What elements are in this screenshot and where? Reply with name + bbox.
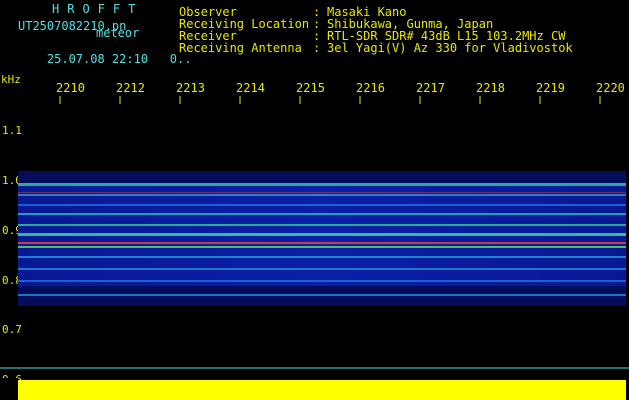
- x-tick-label: 2220: [596, 81, 625, 95]
- meta-separator: :: [313, 41, 321, 55]
- x-tick-marks: [59, 96, 601, 104]
- x-tick-label: 2216: [356, 81, 385, 95]
- header-panel: HROFFT UT2507082210.pn meteor 25.07.08 2…: [0, 0, 629, 66]
- app-title: HROFFT: [52, 2, 144, 16]
- meta-label-antenna: Receiving Antenna: [179, 41, 302, 55]
- x-tick-label: 2212: [116, 81, 145, 95]
- x-tick-label: 2218: [476, 81, 505, 95]
- datetime-value: 25.07.08 22:10: [46, 52, 149, 66]
- spectrogram-canvas: [0, 96, 629, 400]
- x-tick-label: 2210: [56, 81, 85, 95]
- spectrogram: [0, 96, 629, 400]
- level-bar: [0, 367, 629, 400]
- x-tick-label: 2219: [536, 81, 565, 95]
- x-tick-label: 2215: [296, 81, 325, 95]
- filename-suffix: meteor: [96, 26, 140, 40]
- y-axis-unit: kHz: [1, 73, 21, 86]
- datetime-label: 25.07.08 22:10 0..: [18, 41, 192, 77]
- meta-value-antenna: 3el Yagi(V) Az 330 for Vladivostok: [327, 41, 573, 55]
- x-tick-label: 2213: [176, 81, 205, 95]
- x-tick-label: 2217: [416, 81, 445, 95]
- x-tick-label: 2214: [236, 81, 265, 95]
